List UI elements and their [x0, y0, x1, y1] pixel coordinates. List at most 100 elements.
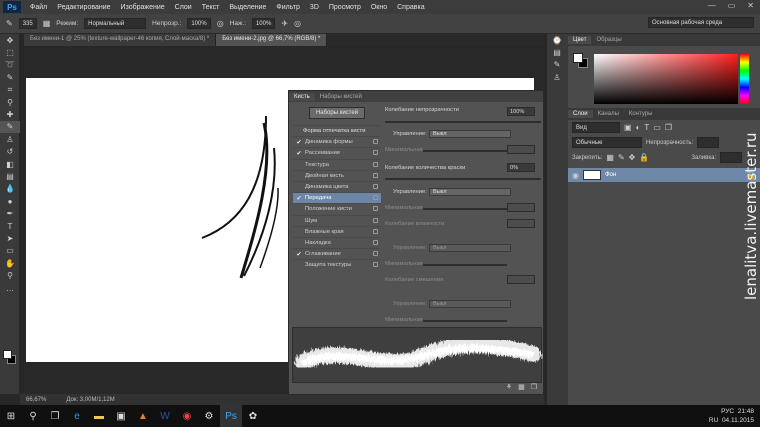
- visibility-eye-icon[interactable]: ◉: [572, 171, 579, 180]
- eyedropper-tool-icon[interactable]: ⚲: [0, 96, 20, 108]
- layer-row-background[interactable]: ◉ Фон 🔒: [568, 168, 760, 182]
- minimum-slider-2[interactable]: [423, 208, 507, 210]
- dodge-tool-icon[interactable]: ●: [0, 195, 20, 207]
- zoom-level[interactable]: 66,67%: [26, 397, 46, 403]
- search-icon[interactable]: ⚲: [22, 405, 44, 427]
- filter-shape-icon[interactable]: ▭: [653, 123, 661, 132]
- option-protect-texture[interactable]: Защита текстуры: [293, 259, 381, 270]
- menu-file[interactable]: Файл: [25, 4, 52, 11]
- filter-smart-icon[interactable]: ❐: [665, 123, 672, 132]
- photoshop-taskbar-icon[interactable]: Ps: [220, 405, 242, 427]
- app-icon[interactable]: ✿: [242, 405, 264, 427]
- pen-tool-icon[interactable]: ✒: [0, 207, 20, 219]
- edit-toolbar-icon[interactable]: …: [0, 282, 20, 294]
- checkbox-checked[interactable]: ✔: [296, 195, 302, 202]
- foreground-color-swatch[interactable]: [3, 350, 12, 359]
- healing-tool-icon[interactable]: ✚: [0, 108, 20, 120]
- tab-swatches[interactable]: Образцы: [591, 36, 626, 44]
- lock-icon[interactable]: [373, 228, 378, 234]
- gradient-tool-icon[interactable]: ▤: [0, 170, 20, 182]
- close-button[interactable]: ✕: [747, 1, 754, 10]
- checkbox-checked[interactable]: ✔: [296, 251, 302, 258]
- checkbox-checked[interactable]: ✔: [296, 139, 302, 146]
- menu-filter[interactable]: Фильтр: [271, 4, 305, 11]
- control-select-3[interactable]: Выкл: [429, 244, 511, 252]
- menu-edit[interactable]: Редактирование: [52, 4, 115, 11]
- option-noise[interactable]: Шум: [293, 214, 381, 226]
- flow-jitter-slider[interactable]: [385, 178, 541, 180]
- file-explorer-icon[interactable]: ▬: [88, 405, 110, 427]
- menu-select[interactable]: Выделение: [224, 4, 271, 11]
- lock-icon[interactable]: [373, 161, 378, 167]
- option-build-up[interactable]: Накладка: [293, 236, 381, 248]
- shape-tool-icon[interactable]: ▭: [0, 245, 20, 257]
- control-select-4[interactable]: Выкл: [429, 300, 511, 308]
- lock-icon[interactable]: [373, 217, 378, 223]
- tab-channels[interactable]: Каналы: [593, 110, 624, 118]
- control-select-1[interactable]: Выкл: [429, 130, 511, 138]
- tab-color[interactable]: Цвет: [568, 36, 592, 44]
- menu-image[interactable]: Изображение: [116, 4, 170, 11]
- eraser-tool-icon[interactable]: ◧: [0, 158, 20, 170]
- option-wet-edges[interactable]: Влажные края: [293, 225, 381, 237]
- clone-source-icon[interactable]: ♙: [547, 71, 567, 83]
- lock-icon[interactable]: [373, 251, 378, 257]
- pressure-size-icon[interactable]: ◎: [294, 19, 301, 28]
- tab-brush-presets[interactable]: Наборы кистей: [315, 93, 367, 101]
- brush-tool-icon-active[interactable]: ✎: [0, 120, 20, 134]
- language-indicator[interactable]: РУС: [721, 408, 734, 415]
- quick-select-tool-icon[interactable]: ✎: [0, 71, 20, 83]
- option-dual-brush[interactable]: Двойная кисть: [293, 169, 381, 181]
- tab-paths[interactable]: Контуры: [624, 110, 658, 118]
- layer-opacity-field[interactable]: [697, 137, 720, 148]
- history-panel-icon[interactable]: ⌚: [547, 34, 567, 46]
- minimum-value-1[interactable]: [507, 145, 535, 154]
- new-preset-icon[interactable]: ❐: [531, 383, 537, 391]
- option-brush-pose[interactable]: Положение кисти: [293, 203, 381, 214]
- lock-icon[interactable]: [373, 183, 378, 189]
- vlc-icon[interactable]: ▲: [132, 405, 154, 427]
- clock-time[interactable]: 21:48: [738, 408, 754, 415]
- workspace-select[interactable]: Основная рабочая среда: [648, 17, 754, 28]
- option-texture[interactable]: Текстура: [293, 158, 381, 170]
- toggle-bristle-preview-icon[interactable]: ⚘: [506, 383, 512, 391]
- minimum-slider-1[interactable]: [423, 150, 507, 152]
- menu-window[interactable]: Окно: [366, 4, 392, 11]
- type-tool-icon[interactable]: T: [0, 220, 20, 232]
- opacity-jitter-value[interactable]: 100%: [507, 107, 535, 116]
- blend-mode-select[interactable]: Обычные: [572, 137, 642, 148]
- mix-jitter-value[interactable]: [507, 275, 535, 284]
- lock-icon[interactable]: [373, 150, 378, 156]
- layer-kind-select[interactable]: Вид: [572, 122, 620, 133]
- lock-icon[interactable]: [373, 172, 378, 178]
- opacity-jitter-slider[interactable]: [385, 121, 541, 123]
- fill-field[interactable]: [720, 152, 743, 163]
- option-shape-dynamics[interactable]: ✔ Динамика формы: [293, 136, 381, 147]
- menu-view[interactable]: Просмотр: [324, 4, 366, 11]
- lock-icon[interactable]: [373, 139, 378, 145]
- option-transfer[interactable]: ✔ Передача: [293, 192, 381, 204]
- brush-tip-shape-option[interactable]: Форма отпечатка кисти: [293, 125, 381, 136]
- clock-date[interactable]: 04.11.2015: [722, 417, 754, 424]
- lock-icon[interactable]: [373, 239, 378, 245]
- flow-field[interactable]: 100%: [251, 18, 276, 29]
- history-brush-tool-icon[interactable]: ↺: [0, 146, 20, 158]
- option-scattering[interactable]: ✔ Рассеивание: [293, 147, 381, 158]
- option-color-dynamics[interactable]: Динамика цвета: [293, 180, 381, 192]
- flow-jitter-value[interactable]: 0%: [507, 163, 535, 172]
- brush-panel-toggle-icon[interactable]: ▦: [43, 19, 51, 28]
- store-icon[interactable]: ▣: [110, 405, 132, 427]
- zoom-tool-icon[interactable]: ⚲: [0, 269, 20, 281]
- lock-position-icon[interactable]: ✥: [629, 153, 636, 162]
- option-smoothing[interactable]: ✔ Сглаживание: [293, 248, 381, 259]
- control-select-2[interactable]: Выкл: [429, 188, 511, 196]
- lasso-tool-icon[interactable]: ➰: [0, 59, 20, 71]
- brush-panel-icon[interactable]: ✎: [547, 59, 567, 71]
- lock-icon[interactable]: [373, 195, 378, 201]
- menu-layers[interactable]: Слои: [170, 4, 197, 11]
- doc-tab-2[interactable]: Без имени-2.jpg @ 66,7% (RGB/8) *: [216, 34, 328, 46]
- doc-tab-1[interactable]: Без имени-1 @ 25% (texture-wallpaper-46 …: [24, 34, 217, 46]
- tab-brush[interactable]: Кисть: [289, 92, 315, 101]
- edge-icon[interactable]: e: [66, 405, 88, 427]
- marquee-tool-icon[interactable]: ⬚: [0, 46, 20, 58]
